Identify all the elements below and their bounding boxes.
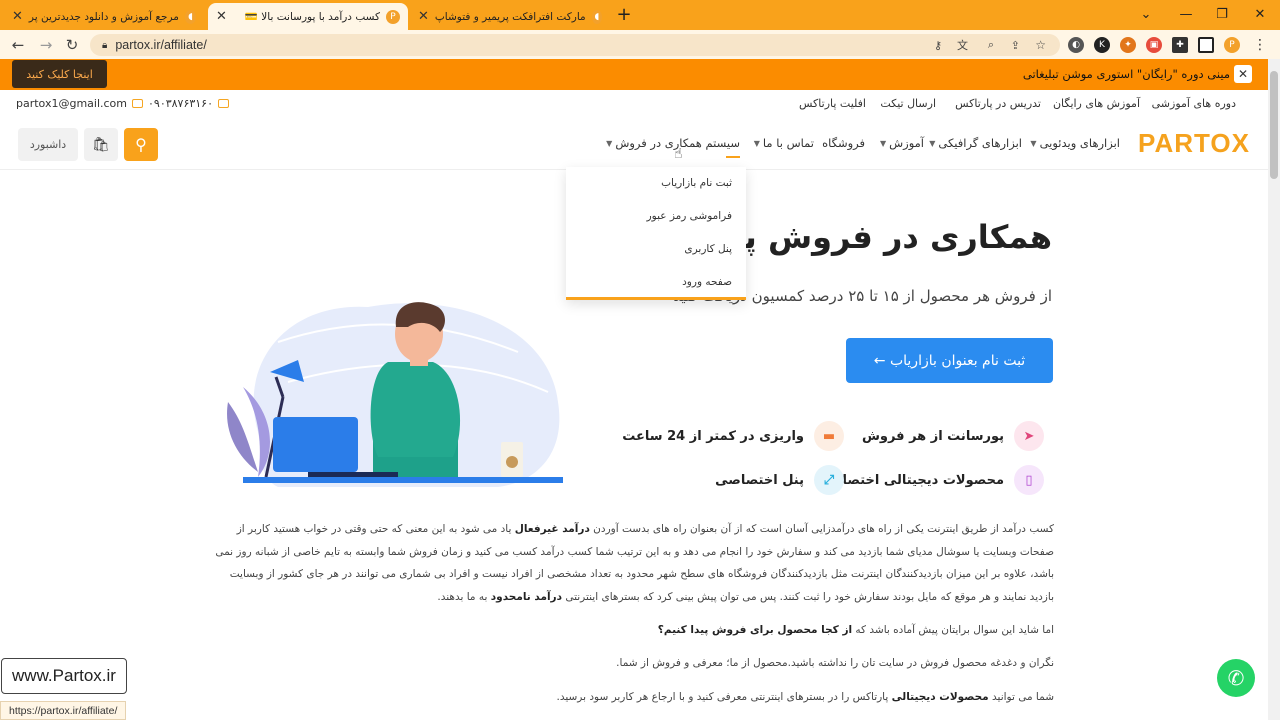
chevron-down-icon: ▼	[753, 138, 760, 148]
feature-commission: ➤ پورسانت از هر فروش	[862, 421, 1044, 451]
toplink-free[interactable]: آموزش های رایگان	[1053, 97, 1140, 110]
chevron-down-icon: ▼	[879, 138, 887, 148]
key-icon[interactable]: ⚷	[934, 39, 942, 52]
minimize-icon[interactable]: —	[1168, 0, 1204, 28]
whatsapp-icon[interactable]: ✆	[1217, 659, 1255, 697]
email-contact: partox1@gmail.com	[16, 97, 143, 110]
send-icon: ➤	[1014, 421, 1044, 451]
bookmark-star-icon[interactable]: ☆	[1035, 38, 1046, 52]
mouse-cursor-icon: ☝	[674, 146, 683, 162]
k-extension-icon[interactable]: K	[1094, 37, 1110, 53]
menu-item-login[interactable]: صفحه ورود	[682, 276, 732, 288]
extension-icon[interactable]: ▣	[1146, 37, 1162, 53]
scrollbar-thumb[interactable]	[1270, 71, 1278, 179]
wallet-icon: ▬	[814, 421, 844, 451]
close-tab-icon[interactable]: ✕	[418, 9, 429, 24]
file-icon: ▯	[1014, 465, 1044, 495]
nav-graphic-tools[interactable]: ابزارهای گرافیکی ▼	[929, 136, 1022, 150]
search-icon: ⚲	[135, 135, 147, 154]
lock-icon: 🔒︎	[102, 39, 108, 51]
puzzle-extensions-icon[interactable]: ✚	[1172, 37, 1188, 53]
browser-tab-active[interactable]: P کسب درآمد با پورسانت بالا 💳 ✕	[208, 3, 408, 30]
zoom-icon[interactable]: ⌕	[988, 39, 994, 52]
menu-item-user-panel[interactable]: پنل کاربری	[684, 243, 732, 255]
close-window-icon[interactable]: ✕	[1242, 0, 1278, 28]
nav-shop[interactable]: فروشگاه	[822, 136, 865, 150]
nav-video-tools[interactable]: ابزارهای ویدئویی ▼	[1030, 136, 1120, 150]
phone-number: ۰۹۰۳۸۷۶۳۱۶۰	[148, 97, 213, 110]
profile-avatar[interactable]: P	[1224, 37, 1240, 53]
dashboard-button[interactable]: داشبورد	[18, 128, 78, 161]
expand-icon: ⤢	[814, 465, 844, 495]
browser-toolbar: ← → ↻ 🔒︎ partox.ir/affiliate/ ⚷ 文 ⌕ ⇪ ☆ …	[0, 30, 1280, 59]
browser-tab[interactable]: ◖ مرجع آموزش و دانلود جدیدترین پر ✕	[4, 3, 204, 30]
new-tab-plus-icon[interactable]: +	[614, 4, 634, 25]
browser-tab-strip: ◖ مرجع آموزش و دانلود جدیدترین پر ✕ P کس…	[0, 0, 1280, 30]
product-paragraph: نگران و دغدغه محصول فروش در سایت تان را …	[616, 657, 1054, 669]
feature-products: ▯ محصولات دیجیتالی اختصاصی	[817, 465, 1044, 495]
url-text: partox.ir/affiliate/	[115, 38, 207, 52]
address-bar[interactable]: 🔒︎ partox.ir/affiliate/ ⚷ 文 ⌕ ⇪ ☆	[90, 34, 1060, 56]
status-bar-url: https://partox.ir/affiliate/	[0, 701, 127, 720]
promo-text: مینی دوره "رایگان" استوری موشن تبلیغاتی	[1022, 67, 1230, 81]
metamask-icon[interactable]: ✦	[1120, 37, 1136, 53]
close-tab-icon[interactable]: ✕	[216, 9, 227, 24]
intro-paragraph: کسب درآمد از طریق اینترنت یکی از راه های…	[215, 523, 1054, 603]
nav-education[interactable]: آموزش ▼	[880, 136, 924, 150]
extension-icon[interactable]: ◐	[1068, 37, 1084, 53]
tab-title: مارکت افترافکت پریمیر و فتوشاپ	[434, 10, 586, 23]
back-icon[interactable]: ←	[8, 35, 28, 55]
promo-banner: ✕ مینی دوره "رایگان" استوری موشن تبلیغات…	[0, 59, 1268, 90]
feature-panel: ⤢ پنل اختصاصی	[715, 465, 844, 495]
nav-contact[interactable]: تماس با ما ▼	[754, 136, 814, 150]
chevron-down-icon: ▼	[606, 138, 613, 148]
cart-button[interactable]: 🛍︎	[84, 128, 118, 161]
page-scrollbar[interactable]	[1268, 59, 1280, 720]
question-paragraph: اما شاید این سوال برایتان پیش آماده باشد…	[657, 624, 1054, 636]
menu-item-register[interactable]: ثبت نام بازاریاب	[661, 177, 732, 189]
site-favicon-icon: ◖	[591, 9, 602, 24]
toplink-ticket[interactable]: ارسال تیکت	[880, 97, 936, 110]
translate-icon[interactable]: 文	[957, 37, 968, 53]
toplink-courses[interactable]: دوره های آموزشی	[1152, 97, 1236, 110]
digital-products-paragraph: شما می توانید محصولات دیجیتالی پارتاکس ر…	[556, 691, 1054, 703]
hero-illustration	[227, 302, 563, 487]
toplink-affiliate[interactable]: افلیت پارتاکس	[799, 97, 866, 110]
search-button[interactable]: ⚲	[124, 128, 158, 161]
close-icon[interactable]: ✕	[1234, 65, 1252, 83]
tab-search-chevron-icon[interactable]: ⌄	[1128, 0, 1164, 28]
email-address: partox1@gmail.com	[16, 97, 127, 110]
chevron-down-icon: ▼	[929, 138, 936, 148]
share-icon[interactable]: ⇪	[1011, 39, 1020, 52]
site-logo[interactable]: PARTOX	[1138, 128, 1250, 158]
chevron-down-icon: ▼	[1030, 138, 1037, 148]
main-navigation: PARTOX ابزارهای ویدئویی ▼ ابزارهای گرافیک…	[0, 118, 1268, 170]
partox-favicon-icon: P	[386, 9, 400, 24]
watermark: www.Partox.ir	[1, 658, 127, 694]
mail-icon	[132, 99, 143, 108]
forward-icon[interactable]: →	[36, 35, 56, 55]
phone-contact: ۰۹۰۳۸۷۶۳۱۶۰	[148, 97, 229, 110]
active-indicator	[726, 156, 740, 158]
sidebar-icon[interactable]	[1198, 37, 1214, 53]
maximize-icon[interactable]: ❐	[1204, 0, 1240, 28]
phone-icon	[218, 99, 229, 108]
tab-title: کسب درآمد با پورسانت بالا 💳	[244, 11, 380, 23]
tab-title: مرجع آموزش و دانلود جدیدترین پر	[28, 10, 179, 23]
reload-icon[interactable]: ↻	[62, 35, 82, 55]
site-favicon-icon: ◖	[184, 9, 196, 24]
shopping-bag-icon: 🛍︎	[92, 136, 110, 153]
register-affiliate-button[interactable]: ثبت نام بعنوان بازاریاب ←	[846, 338, 1053, 383]
feature-payout: ▬ واریزی در کمتر از 24 ساعت	[622, 421, 844, 451]
promo-button[interactable]: اینجا کلیک کنید	[12, 60, 107, 88]
toplink-teach[interactable]: تدریس در پارتاکس	[955, 97, 1041, 110]
menu-item-forgot-password[interactable]: فراموشی رمز عبور	[647, 210, 732, 222]
close-tab-icon[interactable]: ✕	[12, 9, 23, 24]
top-links-bar: دوره های آموزشی آموزش های رایگان تدریس د…	[0, 90, 1268, 118]
browser-tab[interactable]: ◖ مارکت افترافکت پریمیر و فتوشاپ ✕	[410, 3, 610, 30]
affiliate-dropdown-menu: ثبت نام بازاریاب فراموشی رمز عبور پنل کا…	[566, 167, 746, 300]
menu-dots-icon[interactable]: ⋮	[1252, 37, 1268, 53]
